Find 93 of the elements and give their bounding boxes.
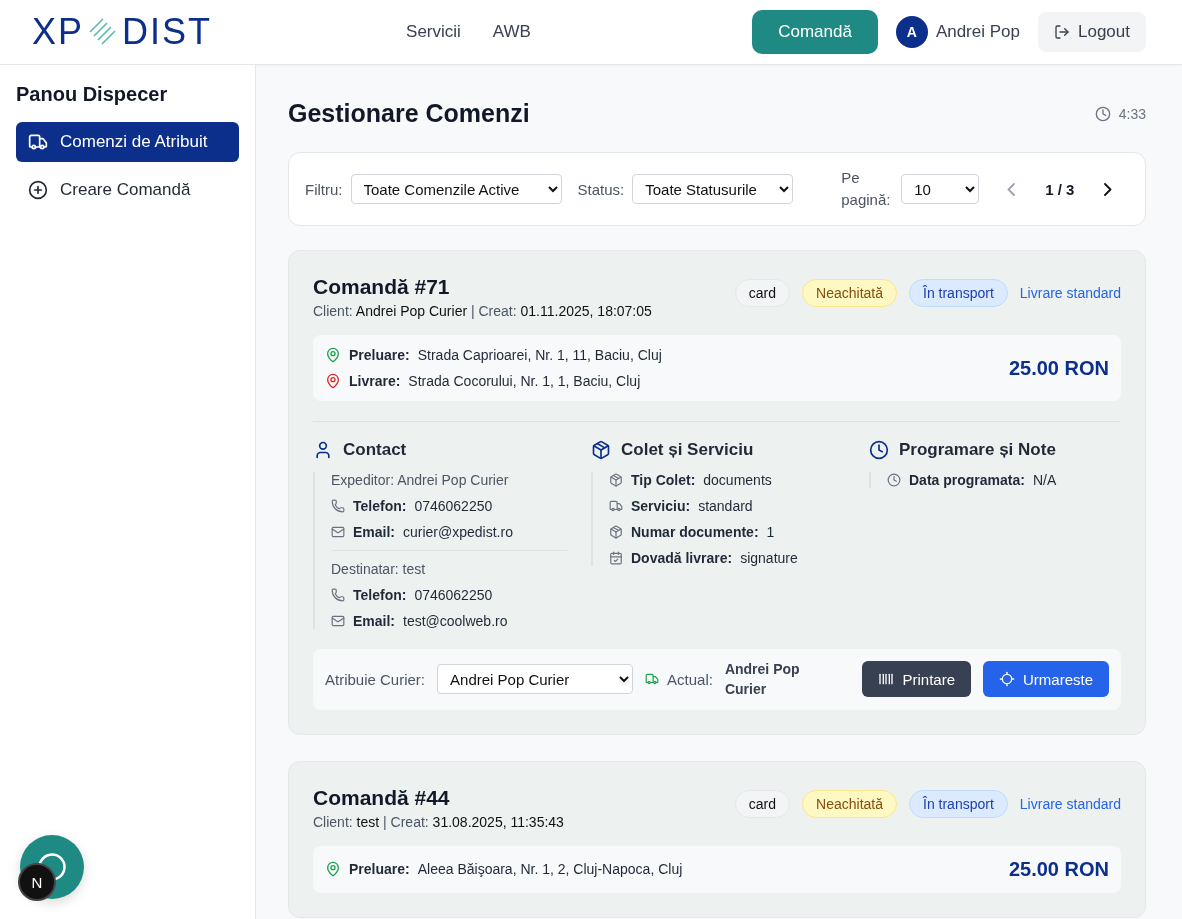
field-value: standard (698, 498, 753, 514)
field-value: N/A (1032, 472, 1057, 488)
current-courier: Andrei Pop Curier (724, 660, 801, 700)
filter-label: Status: (577, 180, 625, 198)
sidebar-item[interactable]: Creare Comandă (16, 170, 239, 210)
status-badge: Neachitată (802, 789, 897, 818)
clock-icon (869, 440, 889, 460)
print-button[interactable]: Printare (862, 661, 971, 698)
dev-badge[interactable]: N (18, 863, 56, 901)
field-value: signature (740, 550, 798, 566)
person-heading: Expeditor: Andrei Pop Curier (331, 472, 510, 488)
user-icon (313, 440, 333, 460)
price: 25.00 RON (1008, 356, 1109, 380)
map-pin-icon (325, 861, 341, 878)
field-label: Data programata: (909, 472, 1025, 488)
field-value: curier@xpedist.ro (403, 524, 513, 540)
price: 25.00 RON (1008, 857, 1109, 881)
section-title: Contact (313, 440, 591, 460)
field-label: Telefon: (353, 587, 407, 603)
page-title: Gestionare Comenzi (288, 99, 530, 128)
logout-icon (1054, 24, 1070, 40)
order-button[interactable]: Comandă (752, 10, 878, 54)
clock-icon (887, 473, 901, 487)
user-name: Andrei Pop (935, 22, 1020, 42)
stripes-icon (88, 17, 119, 47)
field-label: Telefon: (353, 498, 407, 514)
sidebar-title: Panou Dispecer (16, 83, 169, 106)
field-value: test@coolweb.ro (403, 613, 508, 629)
field-value: 0746062250 (414, 498, 493, 514)
package-icon (609, 525, 623, 539)
field-label: Atribuie Curier: (325, 670, 426, 688)
truck-icon (645, 672, 660, 687)
field-label: Actual: (667, 670, 713, 688)
field-value: 0746062250 (414, 587, 493, 603)
package-icon (591, 440, 611, 460)
order-meta: Client: test | Creat: 31.08.2025, 11:35:43 (313, 813, 564, 830)
plus-circle-icon (28, 180, 48, 200)
address: Strada Cocorului, Nr. 1, 1, Baciu, Cluj (408, 373, 641, 389)
mail-icon (331, 525, 345, 539)
status-badge: card (734, 279, 791, 307)
filter-label: Pe pagină: (841, 167, 892, 210)
field-label: Email: (353, 524, 395, 540)
status-badge: În transport (909, 279, 1008, 307)
map-pin-icon (325, 347, 341, 363)
calendar-icon (609, 551, 623, 565)
map-pin-icon (325, 373, 341, 389)
field-label: Dovadă livrare: (631, 550, 733, 566)
crosshair-icon (999, 671, 1015, 688)
phone-icon (331, 499, 345, 513)
mail-icon (331, 614, 345, 628)
field-value: documents (703, 472, 772, 488)
service-link[interactable]: Livrare standard (1019, 285, 1121, 301)
avatar: A (895, 16, 928, 48)
logout-button[interactable]: Logout (1038, 12, 1146, 52)
truck-icon (28, 132, 48, 152)
logo: XP DIST (32, 11, 213, 53)
status-badge: Neachitată (802, 279, 897, 307)
clock-icon (1094, 105, 1111, 122)
order-title: Comandă #71 (313, 275, 451, 299)
field-label: Email: (353, 613, 395, 629)
section-title: Colet și Serviciu (591, 440, 869, 460)
chevron-right-icon (1104, 182, 1113, 196)
page-size-select[interactable]: 10 (901, 174, 980, 204)
field-label: Numar documente: (631, 524, 759, 540)
courier-select[interactable]: Andrei Pop Curier (437, 664, 634, 695)
address: Aleea Băişoara, Nr. 1, 2, Cluj-Napoca, Cluj (417, 861, 683, 878)
service-link[interactable]: Livrare standard (1019, 795, 1121, 812)
page-indicator: 1 / 3 (1045, 180, 1075, 198)
field-label: Preluare: (349, 861, 410, 878)
field-label: Serviciu: (631, 498, 691, 514)
filter-select[interactable]: Toate Statusurile (632, 174, 794, 204)
track-button[interactable]: Urmareste (983, 661, 1109, 698)
package-icon (609, 473, 623, 487)
field-label: Preluare: (349, 347, 410, 363)
section-title: Programare și Note (869, 440, 1121, 460)
nav-link[interactable]: Servicii (406, 22, 461, 42)
sidebar-item[interactable]: Comenzi de Atribuit (16, 122, 239, 162)
person-heading: Destinatar: test (331, 561, 427, 577)
status-badge: card (734, 789, 791, 818)
field-label: Tip Colet: (631, 472, 696, 488)
filter-label: Filtru: (305, 180, 343, 198)
field-label: Livrare: (349, 373, 401, 389)
address: Strada Caprioarei, Nr. 1, 11, Baciu, Cluj (417, 347, 662, 363)
chevron-left-icon (1007, 182, 1016, 196)
filter-select[interactable]: Toate Comenzile Active (350, 174, 562, 204)
field-value: 1 (766, 524, 775, 540)
order-meta: Client: Andrei Pop Curier | Creat: 01.11.2025, 18:07:05 (313, 303, 652, 319)
status-badge: În transport (909, 789, 1008, 818)
order-title: Comandă #44 (313, 785, 451, 810)
nav-link[interactable]: AWB (492, 22, 531, 42)
clock-time: 4:33 (1118, 105, 1146, 122)
truck-icon (609, 499, 623, 513)
phone-icon (331, 588, 345, 602)
